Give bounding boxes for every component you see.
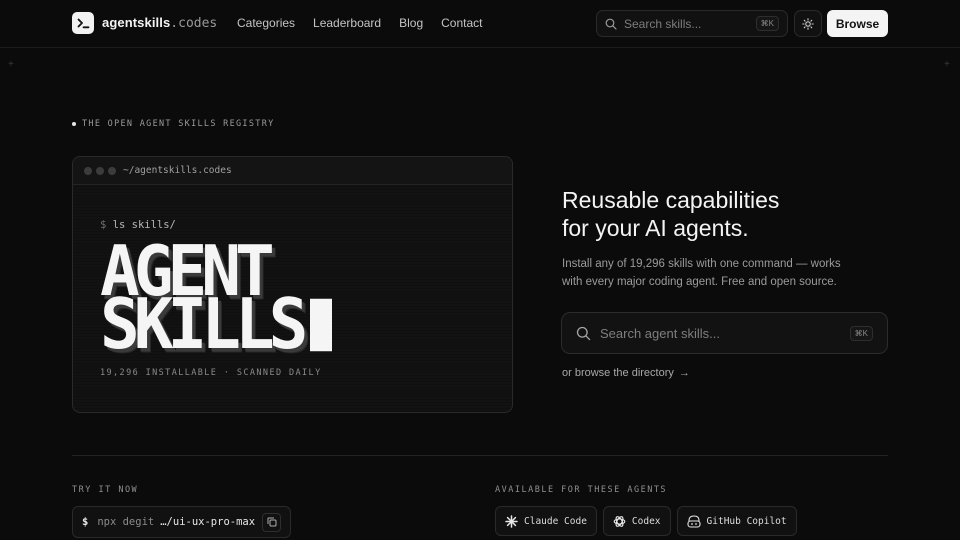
shortcut-badge: ⌘K <box>849 325 873 341</box>
browse-directory-link[interactable]: or browse the directory → <box>562 367 690 379</box>
openai-icon <box>613 515 626 527</box>
command-part2: …/ui-ux-pro-max <box>160 516 256 528</box>
window-dot-icon <box>96 166 104 175</box>
hero-subtext: Install any of 19,296 skills with one co… <box>562 258 841 288</box>
try-it-label: TRY IT NOW <box>72 485 139 495</box>
agent-name: Claude Code <box>524 515 587 527</box>
command-prompt: $ <box>82 516 89 528</box>
nav-blog[interactable]: Blog <box>399 16 423 30</box>
terminal-prompt: $ <box>100 219 107 231</box>
big-title-line2-text: SKILLS <box>100 284 308 365</box>
hero-search-placeholder: Search agent skills... <box>600 325 720 341</box>
agent-chip-github-copilot[interactable]: GitHub Copilot <box>676 506 797 536</box>
copy-button[interactable] <box>262 512 281 532</box>
nav-categories[interactable]: Categories <box>237 16 295 30</box>
command-part1: npx degit <box>97 516 155 528</box>
arrow-right-icon: → <box>678 367 690 379</box>
headline-line1: Reusable capabilities <box>562 187 780 213</box>
terminal-window: ~/agentskills.codes $ ls skills/ AGENT S… <box>72 156 513 413</box>
hero-search-input[interactable]: Search agent skills... ⌘K <box>561 312 888 354</box>
big-title-line2: SKILLS <box>100 290 333 359</box>
logo-name: agentskills <box>102 15 171 30</box>
site-header: agentskills.codes Categories Leaderboard… <box>0 0 960 48</box>
bullet-dot-icon <box>72 122 76 126</box>
nav-leaderboard[interactable]: Leaderboard <box>313 16 381 30</box>
browse-directory-text: or browse the directory <box>562 367 674 379</box>
claude-icon <box>505 514 518 528</box>
agent-name: Codex <box>631 515 661 527</box>
shortcut-badge: ⌘K <box>755 16 779 31</box>
eyebrow: THE OPEN AGENT SKILLS REGISTRY <box>72 119 275 129</box>
terminal-footer: 19,296 INSTALLABLE · SCANNED DAILY <box>100 368 322 378</box>
terminal-command-text: ls skills/ <box>112 219 176 231</box>
install-command: $ npx degit …/ui-ux-pro-max <box>72 506 291 538</box>
sun-icon <box>802 17 814 30</box>
header-search-placeholder: Search skills... <box>624 16 702 31</box>
agent-name: GitHub Copilot <box>706 515 787 527</box>
agents-list: Claude Code Codex GitHub Copilot <box>495 506 797 536</box>
terminal-logo-icon <box>72 12 94 34</box>
browse-button[interactable]: Browse <box>827 10 888 37</box>
headline-line2: for your AI agents. <box>562 215 749 241</box>
corner-plus-icon: + <box>8 59 14 70</box>
agent-chip-claude-code[interactable]: Claude Code <box>495 506 597 536</box>
logo[interactable]: agentskills.codes <box>72 12 217 34</box>
search-icon <box>605 18 617 30</box>
main-nav: Categories Leaderboard Blog Contact <box>237 16 500 30</box>
section-divider <box>72 455 888 456</box>
nav-contact[interactable]: Contact <box>441 16 482 30</box>
terminal-titlebar: ~/agentskills.codes <box>73 157 512 185</box>
terminal-cursor <box>310 298 333 352</box>
hero-headline: Reusable capabilities for your AI agents… <box>562 186 779 242</box>
terminal-command: $ ls skills/ <box>100 219 176 231</box>
window-dot-icon <box>108 166 116 175</box>
theme-toggle-button[interactable] <box>794 10 822 37</box>
window-dot-icon <box>84 166 92 175</box>
copy-icon <box>267 517 276 527</box>
header-search-input[interactable]: Search skills... ⌘K <box>596 10 788 37</box>
corner-plus-icon: + <box>944 59 950 70</box>
terminal-path: ~/agentskills.codes <box>123 165 232 176</box>
agents-label: AVAILABLE FOR THESE AGENTS <box>495 485 668 495</box>
eyebrow-text: THE OPEN AGENT SKILLS REGISTRY <box>82 119 275 129</box>
logo-suffix: .codes <box>170 16 218 31</box>
search-icon <box>576 326 591 340</box>
copilot-icon <box>686 514 701 528</box>
agent-chip-codex[interactable]: Codex <box>602 506 671 536</box>
